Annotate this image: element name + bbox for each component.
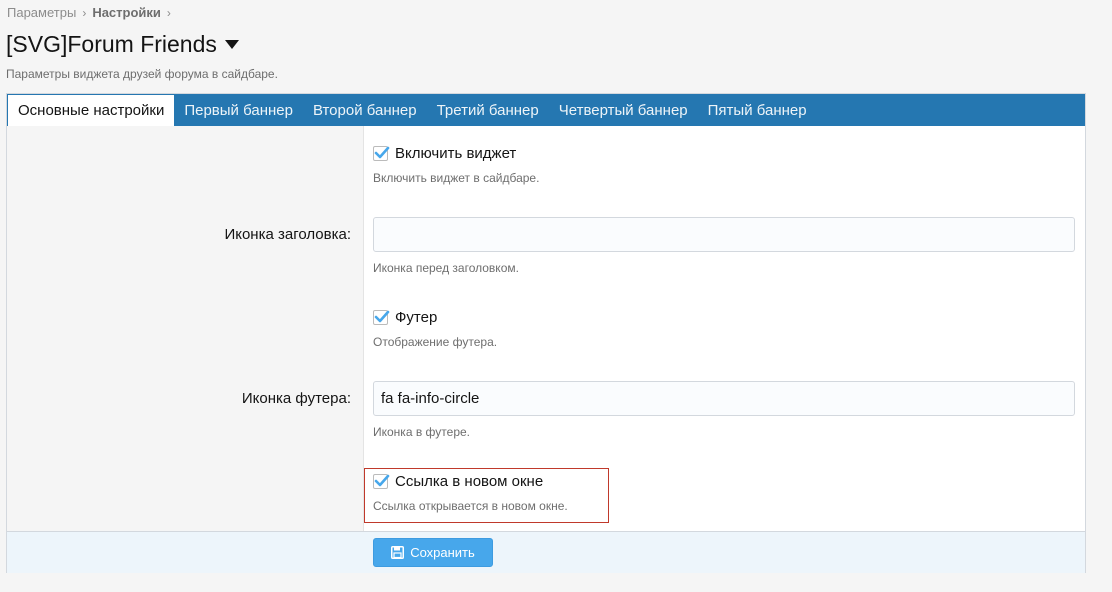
title-icon-input[interactable] [373,217,1075,252]
title-icon-label: Иконка заголовка: [224,226,351,243]
page-title-text: [SVG]Forum Friends [6,31,217,57]
tab-banner-5[interactable]: Пятый баннер [698,94,817,126]
footer-checkbox[interactable]: Футер [373,309,497,326]
checkbox-checked-icon[interactable] [373,146,390,161]
footer-icon-row: Иконка в футере. [373,381,1075,439]
new-window-row: Ссылка в новом окне Ссылка открывается в… [373,473,568,513]
save-button[interactable]: Сохранить [373,538,493,567]
form-submit-row: Сохранить [7,531,1085,573]
breadcrumb: Параметры › Настройки › [7,5,177,20]
enable-widget-row: Включить виджет Включить виджет в сайдба… [373,145,539,185]
enable-widget-hint: Включить виджет в сайдбаре. [373,171,540,185]
title-icon-hint: Иконка перед заголовком. [373,261,519,275]
chevron-right-icon: › [166,5,171,20]
footer-row: Футер Отображение футера. [373,309,497,349]
footer-hint: Отображение футера. [373,335,498,349]
label-column: Иконка заголовка: Иконка футера: [7,126,364,531]
tab-banner-3[interactable]: Третий баннер [427,94,549,126]
page-description: Параметры виджета друзей форума в сайдба… [6,67,278,81]
save-button-label: Сохранить [410,545,475,560]
chevron-right-icon: › [82,5,87,20]
footer-icon-input[interactable] [373,381,1075,416]
new-window-label: Ссылка в новом окне [395,473,544,490]
tab-banner-2[interactable]: Второй баннер [303,94,427,126]
tab-bar: Основные настройки Первый баннер Второй … [7,94,1085,126]
page-title[interactable]: [SVG]Forum Friends [6,31,239,58]
enable-widget-checkbox[interactable]: Включить виджет [373,145,539,162]
breadcrumb-item-parameters[interactable]: Параметры [7,5,76,20]
title-icon-row: Иконка перед заголовком. [373,217,1075,275]
floppy-disk-icon [391,546,405,559]
caret-down-icon[interactable] [224,40,239,49]
form-body: Иконка заголовка: Иконка футера: Включит… [7,126,1085,531]
breadcrumb-item-settings[interactable]: Настройки [92,5,161,20]
tab-main-settings[interactable]: Основные настройки [8,94,175,126]
checkbox-checked-icon[interactable] [373,474,390,489]
footer-icon-hint: Иконка в футере. [373,425,470,439]
checkbox-checked-icon[interactable] [373,310,390,325]
new-window-checkbox[interactable]: Ссылка в новом окне [373,473,568,490]
new-window-hint: Ссылка открывается в новом окне. [373,499,568,513]
tab-banner-4[interactable]: Четвертый баннер [549,94,698,126]
enable-widget-label: Включить виджет [395,145,517,162]
footer-icon-label: Иконка футера: [241,390,351,407]
settings-block: Основные настройки Первый баннер Второй … [6,93,1086,573]
footer-label: Футер [395,309,438,326]
tab-banner-1[interactable]: Первый баннер [174,94,303,126]
